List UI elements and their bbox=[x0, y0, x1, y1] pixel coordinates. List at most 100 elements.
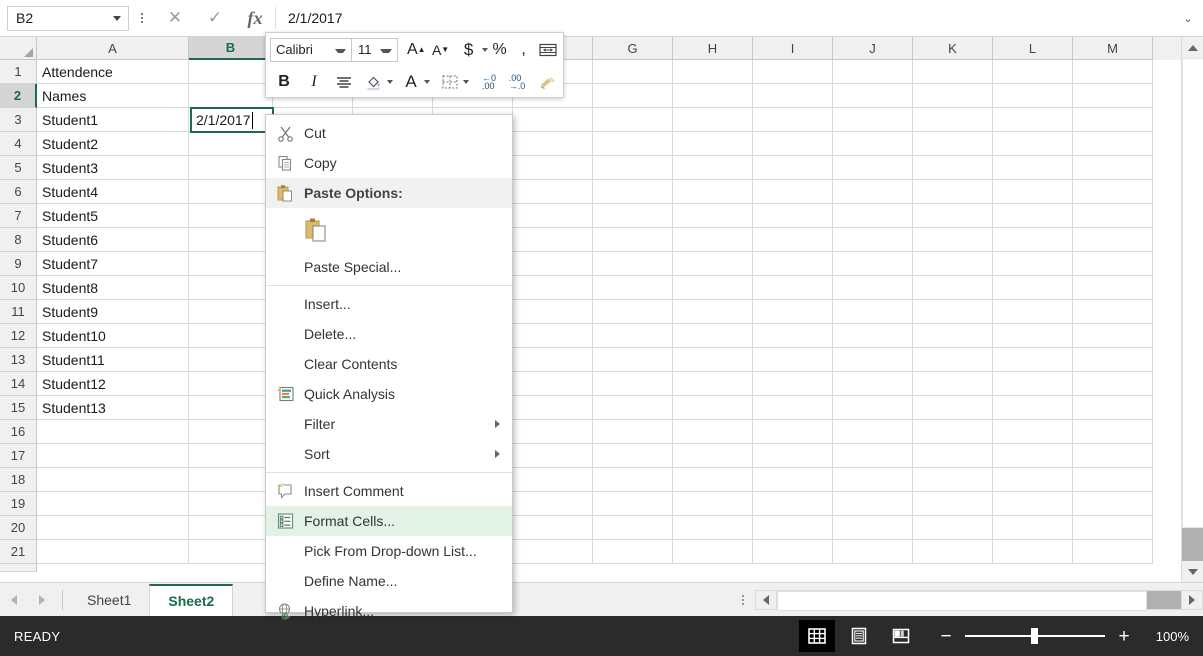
cell-A17[interactable] bbox=[37, 444, 189, 468]
cell-I3[interactable] bbox=[753, 108, 833, 132]
next-sheet-button[interactable] bbox=[28, 586, 56, 614]
row-header-15[interactable]: 15 bbox=[0, 396, 37, 420]
normal-view-button[interactable] bbox=[799, 620, 835, 652]
row-header-3[interactable]: 3 bbox=[0, 108, 37, 132]
cell-F17[interactable] bbox=[513, 444, 593, 468]
chevron-down-icon[interactable] bbox=[380, 49, 392, 53]
cell-M18[interactable] bbox=[1073, 468, 1153, 492]
context-menu-item-hyperlink[interactable]: Hyperlink... bbox=[266, 596, 512, 626]
cell-L7[interactable] bbox=[993, 204, 1073, 228]
cell-A19[interactable] bbox=[37, 492, 189, 516]
cell-B7[interactable] bbox=[189, 204, 273, 228]
cell-K10[interactable] bbox=[913, 276, 993, 300]
cell-J10[interactable] bbox=[833, 276, 913, 300]
cell-G12[interactable] bbox=[593, 324, 673, 348]
cell-G2[interactable] bbox=[593, 84, 673, 108]
cell-K20[interactable] bbox=[913, 516, 993, 540]
scroll-down-button[interactable] bbox=[1182, 561, 1203, 582]
cell-M4[interactable] bbox=[1073, 132, 1153, 156]
cell-J2[interactable] bbox=[833, 84, 913, 108]
cancel-entry-button[interactable]: ✕ bbox=[155, 5, 195, 31]
borders-button[interactable] bbox=[438, 69, 462, 95]
cell-G4[interactable] bbox=[593, 132, 673, 156]
cell-B2-editing[interactable]: 2/1/2017 bbox=[190, 107, 274, 133]
cell-I2[interactable] bbox=[753, 84, 833, 108]
cell-K11[interactable] bbox=[913, 300, 993, 324]
previous-sheet-button[interactable] bbox=[0, 586, 28, 614]
cell-H16[interactable] bbox=[673, 420, 753, 444]
cell-M19[interactable] bbox=[1073, 492, 1153, 516]
cell-J20[interactable] bbox=[833, 516, 913, 540]
cell-M6[interactable] bbox=[1073, 180, 1153, 204]
cell-L12[interactable] bbox=[993, 324, 1073, 348]
vertical-scroll-remainder[interactable] bbox=[1182, 528, 1203, 561]
cell-G14[interactable] bbox=[593, 372, 673, 396]
cell-K3[interactable] bbox=[913, 108, 993, 132]
page-layout-view-button[interactable] bbox=[841, 620, 877, 652]
vertical-scroll-track[interactable] bbox=[1182, 58, 1203, 561]
row-header-6[interactable]: 6 bbox=[0, 180, 37, 204]
cell-M11[interactable] bbox=[1073, 300, 1153, 324]
cell-H13[interactable] bbox=[673, 348, 753, 372]
cell-I14[interactable] bbox=[753, 372, 833, 396]
cell-M16[interactable] bbox=[1073, 420, 1153, 444]
cell-M20[interactable] bbox=[1073, 516, 1153, 540]
center-align-button[interactable] bbox=[332, 69, 356, 95]
cell-A8[interactable]: Student6 bbox=[37, 228, 189, 252]
cell-A11[interactable]: Student9 bbox=[37, 300, 189, 324]
cell-J16[interactable] bbox=[833, 420, 913, 444]
context-menu-item-format-cells[interactable]: Format Cells... bbox=[266, 506, 512, 536]
cell-F3[interactable] bbox=[513, 108, 593, 132]
cell-I4[interactable] bbox=[753, 132, 833, 156]
chevron-down-icon[interactable] bbox=[113, 16, 121, 21]
zoom-slider-thumb[interactable] bbox=[1031, 628, 1038, 644]
row-header-18[interactable]: 18 bbox=[0, 468, 37, 492]
cell-I13[interactable] bbox=[753, 348, 833, 372]
cell-H5[interactable] bbox=[673, 156, 753, 180]
cell-A9[interactable]: Student7 bbox=[37, 252, 189, 276]
cell-M21[interactable] bbox=[1073, 540, 1153, 564]
cell-F15[interactable] bbox=[513, 396, 593, 420]
cell-L15[interactable] bbox=[993, 396, 1073, 420]
format-painter-button[interactable] bbox=[535, 69, 561, 95]
cell-L13[interactable] bbox=[993, 348, 1073, 372]
cell-K14[interactable] bbox=[913, 372, 993, 396]
cell-I9[interactable] bbox=[753, 252, 833, 276]
cell-I11[interactable] bbox=[753, 300, 833, 324]
row-header-22-partial[interactable] bbox=[0, 564, 37, 572]
cell-H14[interactable] bbox=[673, 372, 753, 396]
cell-G17[interactable] bbox=[593, 444, 673, 468]
cell-L1[interactable] bbox=[993, 60, 1073, 84]
font-color-button[interactable]: A bbox=[399, 69, 423, 95]
cell-A13[interactable]: Student11 bbox=[37, 348, 189, 372]
cell-B17[interactable] bbox=[189, 444, 273, 468]
percent-format-button[interactable]: % bbox=[488, 37, 512, 63]
cell-F9[interactable] bbox=[513, 252, 593, 276]
context-menu-item-clear-contents[interactable]: Clear Contents bbox=[266, 349, 512, 379]
cell-F13[interactable] bbox=[513, 348, 593, 372]
cell-B14[interactable] bbox=[189, 372, 273, 396]
font-size-combobox[interactable]: 11 bbox=[352, 38, 398, 62]
cell-H4[interactable] bbox=[673, 132, 753, 156]
context-menu-item-sort[interactable]: Sort bbox=[266, 439, 512, 469]
cell-M1[interactable] bbox=[1073, 60, 1153, 84]
cell-G21[interactable] bbox=[593, 540, 673, 564]
context-menu-item-pick-from-dropdown[interactable]: Pick From Drop-down List... bbox=[266, 536, 512, 566]
merge-cells-button[interactable] bbox=[536, 37, 560, 63]
cell-J11[interactable] bbox=[833, 300, 913, 324]
row-header-12[interactable]: 12 bbox=[0, 324, 37, 348]
zoom-percentage[interactable]: 100% bbox=[1149, 629, 1189, 644]
column-header-I[interactable]: I bbox=[753, 37, 833, 60]
cell-I18[interactable] bbox=[753, 468, 833, 492]
cell-J8[interactable] bbox=[833, 228, 913, 252]
cell-F12[interactable] bbox=[513, 324, 593, 348]
column-header-G[interactable]: G bbox=[593, 37, 673, 60]
cell-G7[interactable] bbox=[593, 204, 673, 228]
cell-B19[interactable] bbox=[189, 492, 273, 516]
cell-M7[interactable] bbox=[1073, 204, 1153, 228]
chevron-down-icon[interactable] bbox=[387, 80, 393, 84]
shrink-font-button[interactable]: A▼ bbox=[429, 37, 453, 63]
horizontal-scrollbar[interactable] bbox=[731, 586, 1203, 614]
cell-H7[interactable] bbox=[673, 204, 753, 228]
cell-A16[interactable] bbox=[37, 420, 189, 444]
